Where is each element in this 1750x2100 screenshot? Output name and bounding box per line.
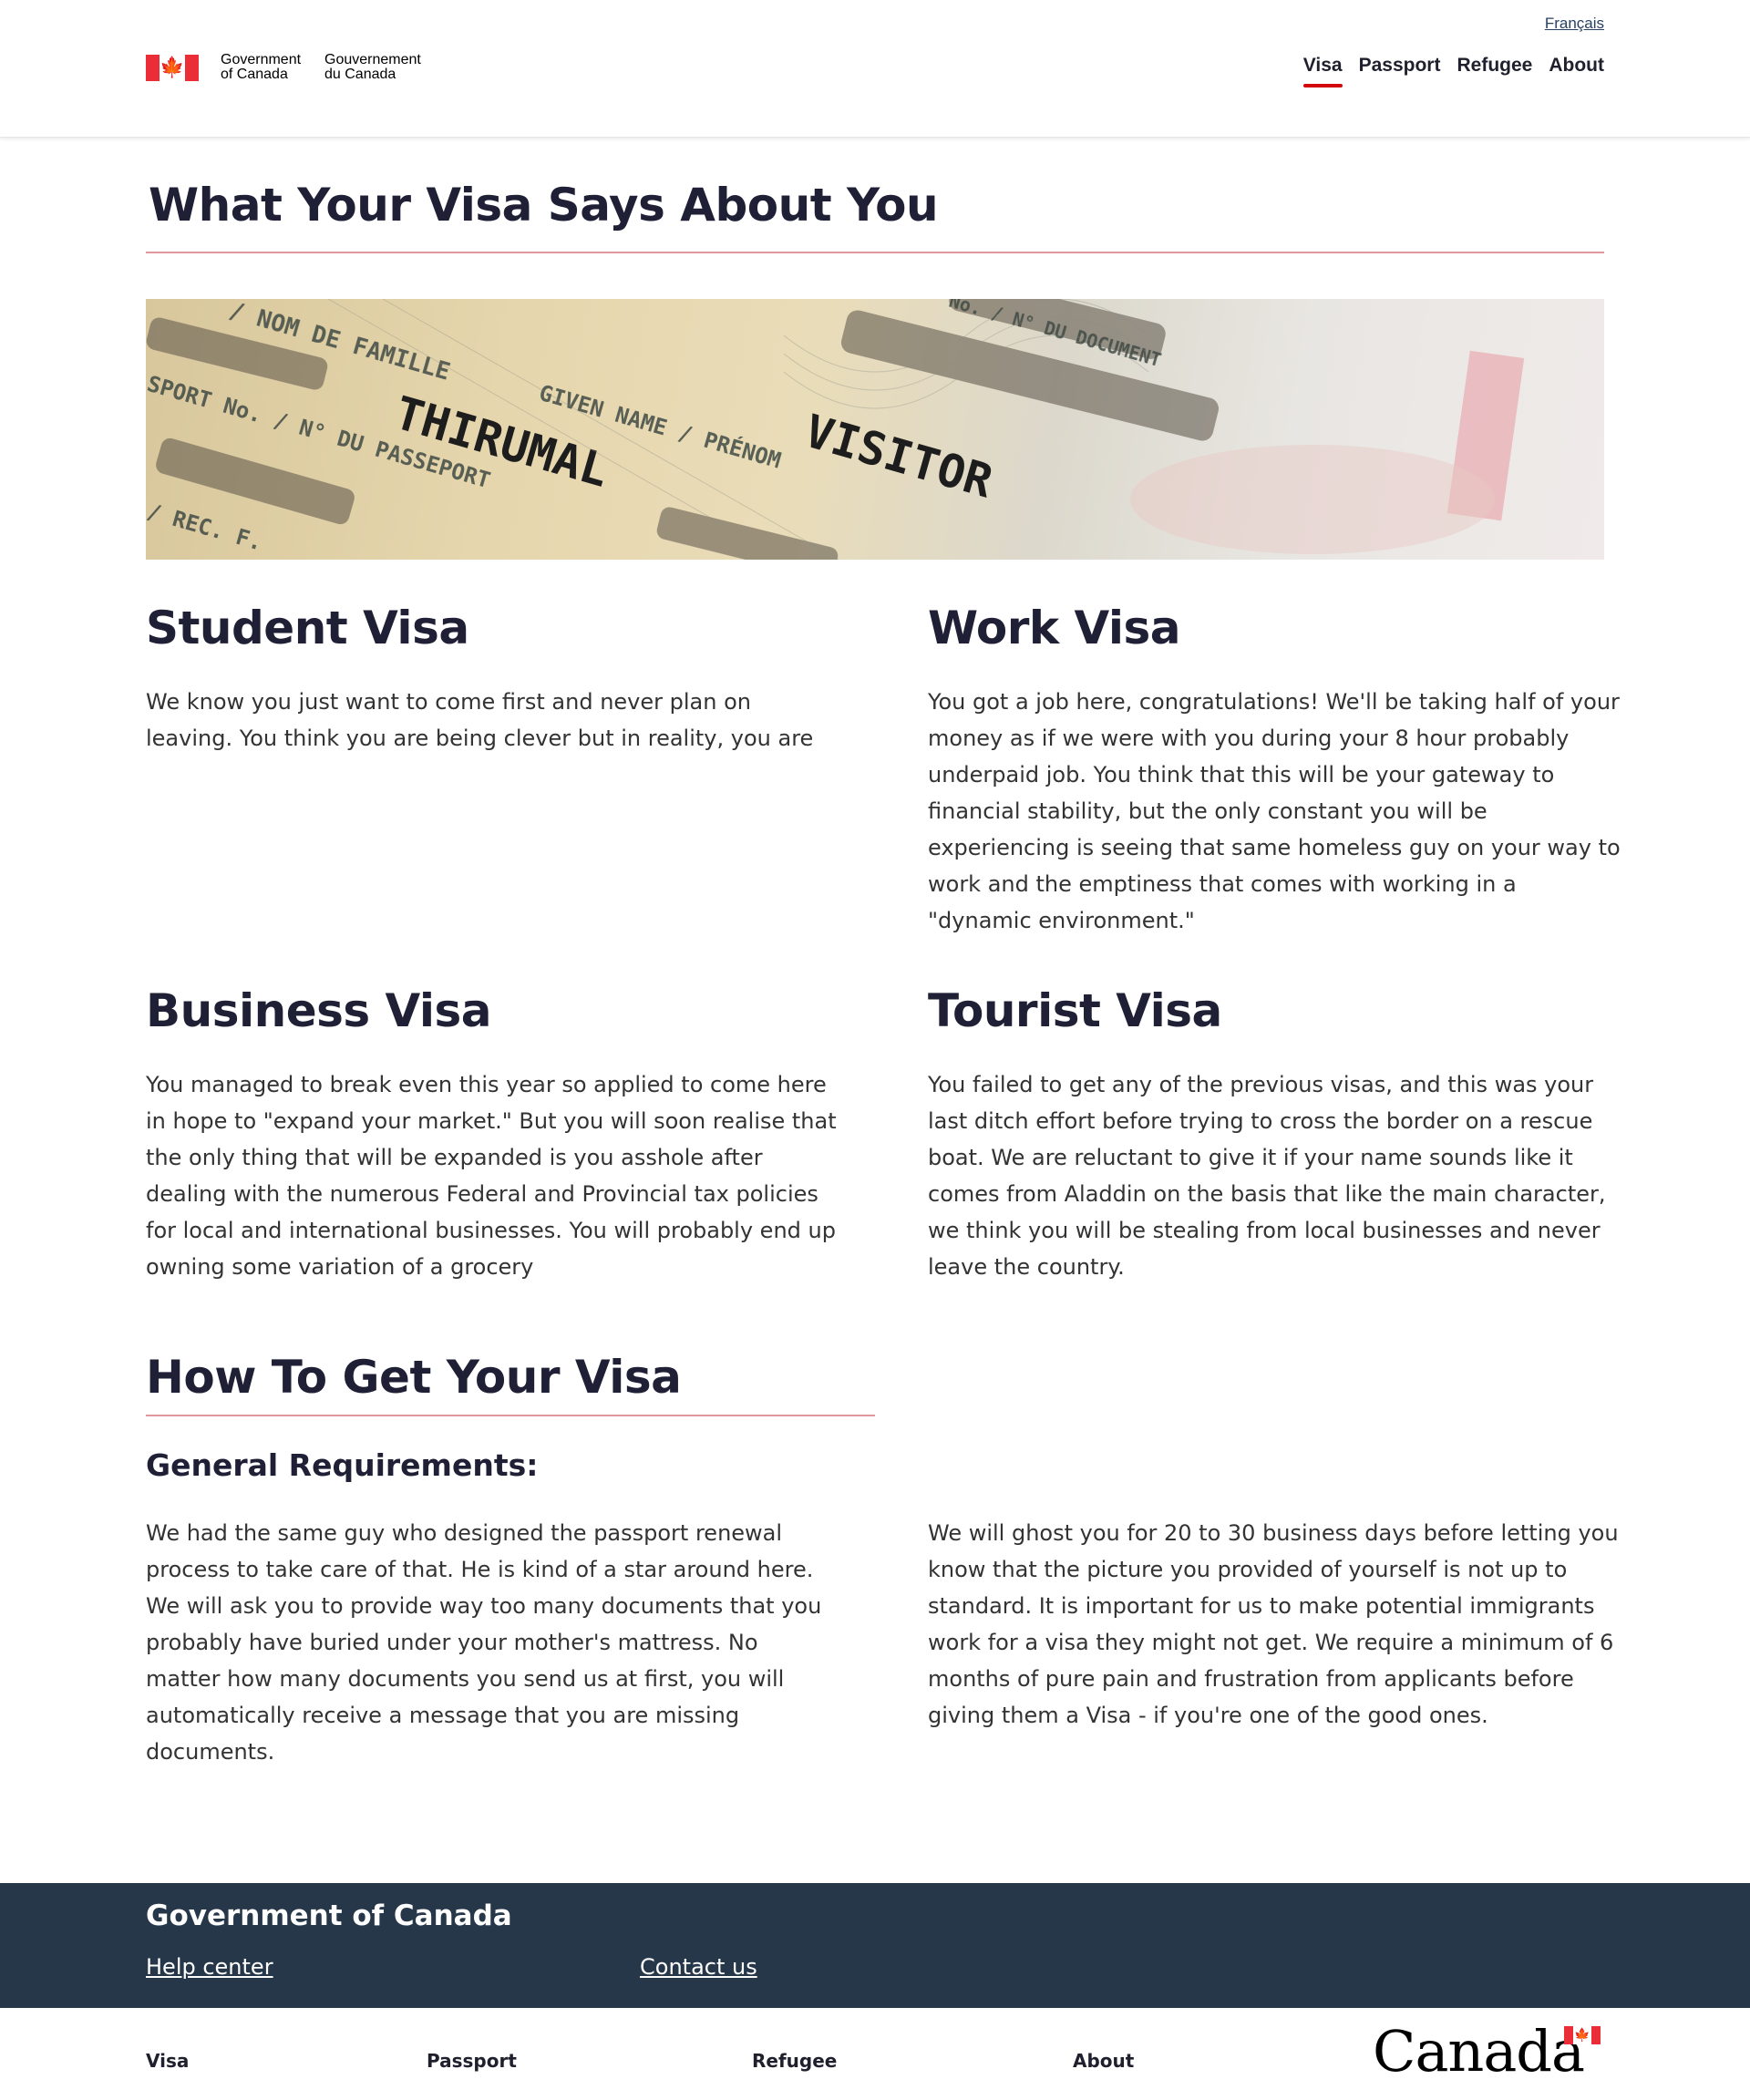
tourist-visa-heading: Tourist Visa (928, 984, 1222, 1037)
work-visa-heading: Work Visa (928, 602, 1181, 654)
nav-item-about[interactable]: About (1549, 55, 1604, 88)
footer-title: Government of Canada (146, 1899, 512, 1932)
hero-text-visitor: VISITOR (799, 405, 999, 509)
nav-item-passport[interactable]: Passport (1359, 55, 1441, 88)
footer-link-passport[interactable]: Passport (427, 2050, 517, 2072)
footer-link-visa[interactable]: Visa (146, 2050, 189, 2072)
tourist-visa-card: Tourist Visa You failed to get any of th… (928, 984, 1621, 1280)
main-nav: Visa Passport Refugee About (1287, 55, 1604, 88)
nav-item-visa[interactable]: Visa (1302, 55, 1343, 88)
contact-us-link[interactable]: Contact us (640, 1954, 757, 1980)
student-visa-card: Student Visa We know you just want to co… (146, 602, 839, 751)
business-visa-text: You managed to break even this year so a… (146, 1072, 837, 1280)
signature-french: Gouvernement du Canada (324, 52, 421, 82)
wordmark-flag-icon: 🍁 (1564, 2026, 1601, 2044)
government-signature[interactable]: 🍁 Government of Canada Gouvernement du C… (146, 53, 443, 82)
hero-text-rec-label: / REC. F. (146, 499, 265, 556)
student-visa-text: We know you just want to come first and … (146, 689, 814, 751)
canada-flag-icon: 🍁 (146, 54, 199, 81)
student-visa-heading: Student Visa (146, 602, 469, 654)
business-visa-card: Business Visa You managed to break even … (146, 984, 839, 1280)
general-requirements-heading: General Requirements: (146, 1447, 539, 1483)
page-title: What Your Visa Says About You (149, 179, 939, 232)
how-to-divider (146, 1415, 875, 1416)
language-toggle-link[interactable]: Français (1545, 15, 1604, 33)
site-header: Français 🍁 Government of Canada Gouverne… (0, 0, 1750, 138)
nav-item-refugee[interactable]: Refugee (1457, 55, 1532, 88)
requirements-right-text: We will ghost you for 20 to 30 business … (928, 1520, 1619, 1728)
requirements-left-text: We had the same guy who designed the pas… (146, 1520, 822, 1765)
signature-english: Government of Canada (221, 52, 302, 82)
footer-link-refugee[interactable]: Refugee (752, 2050, 837, 2072)
title-divider (146, 252, 1604, 253)
business-visa-heading: Business Visa (146, 984, 492, 1037)
help-center-link[interactable]: Help center (146, 1954, 273, 1980)
footer-link-about[interactable]: About (1073, 2050, 1134, 2072)
hero-image-visa-document: / NOM DE FAMILLE GIVEN NAME / PRÉNOM SPO… (146, 299, 1604, 560)
footer-bottom: Visa Passport Refugee About Canada 🍁 (0, 2008, 1750, 2100)
tourist-visa-text: You failed to get any of the previous vi… (928, 1072, 1606, 1280)
work-visa-text: You got a job here, congratulations! We'… (928, 689, 1621, 933)
how-to-heading: How To Get Your Visa (146, 1351, 682, 1404)
work-visa-card: Work Visa You got a job here, congratula… (928, 602, 1621, 933)
footer-main: Government of Canada Help center Contact… (0, 1883, 1750, 2008)
canada-wordmark: Canada (1373, 2018, 1585, 2085)
